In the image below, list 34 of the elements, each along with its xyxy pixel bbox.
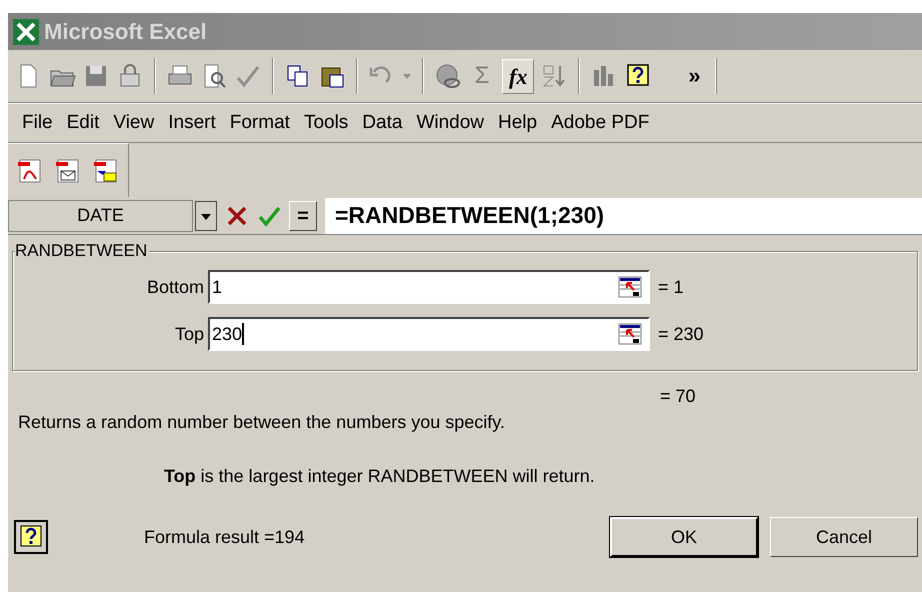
- function-description: Returns a random number between the numbers you specify.: [18, 411, 506, 433]
- window-title: Microsoft Excel: [44, 18, 207, 46]
- dialog-button[interactable]: OK: [610, 517, 758, 557]
- formula-field[interactable]: =RANDBETWEEN(1;230): [325, 198, 922, 234]
- edit-formula-button[interactable]: =: [289, 200, 317, 230]
- argument-label: Bottom: [146, 276, 205, 298]
- menu-item[interactable]: Window: [416, 108, 484, 138]
- dialog-button[interactable]: Cancel: [770, 517, 918, 557]
- menu-item[interactable]: File: [22, 108, 53, 138]
- argument-field[interactable]: 1: [208, 270, 650, 304]
- argument-help: Top is the largest integer RANDBETWEEN will return.: [164, 465, 596, 487]
- menu-item[interactable]: Adobe PDF: [551, 108, 650, 138]
- menu-item[interactable]: Data: [362, 108, 402, 138]
- menu-item[interactable]: Insert: [168, 108, 216, 138]
- function-result: = 70: [660, 385, 697, 407]
- insert-function-button[interactable]: fx: [502, 58, 534, 94]
- formula-result: Formula result =194: [144, 526, 305, 548]
- menu-item[interactable]: Format: [230, 108, 290, 138]
- argument-result: = 1: [658, 276, 684, 298]
- argument-value: 1: [212, 276, 222, 298]
- menu-item[interactable]: Help: [498, 108, 538, 138]
- argument-label: Top: [174, 322, 205, 346]
- toolbar-options-button[interactable]: »: [688, 65, 701, 87]
- menu-item[interactable]: Tools: [304, 108, 348, 138]
- excel-logo-icon: [12, 18, 40, 46]
- collapse-dialog-icon[interactable]: [618, 276, 642, 298]
- menu-item[interactable]: Edit: [66, 108, 100, 138]
- menu-item[interactable]: View: [113, 108, 154, 138]
- argument-value: 230: [212, 322, 242, 346]
- argument-field[interactable]: 230: [208, 317, 650, 351]
- help-icon[interactable]: [14, 520, 48, 554]
- name-box[interactable]: DATE: [8, 200, 193, 232]
- collapse-dialog-icon[interactable]: [618, 323, 642, 345]
- argument-result: = 230: [658, 322, 704, 346]
